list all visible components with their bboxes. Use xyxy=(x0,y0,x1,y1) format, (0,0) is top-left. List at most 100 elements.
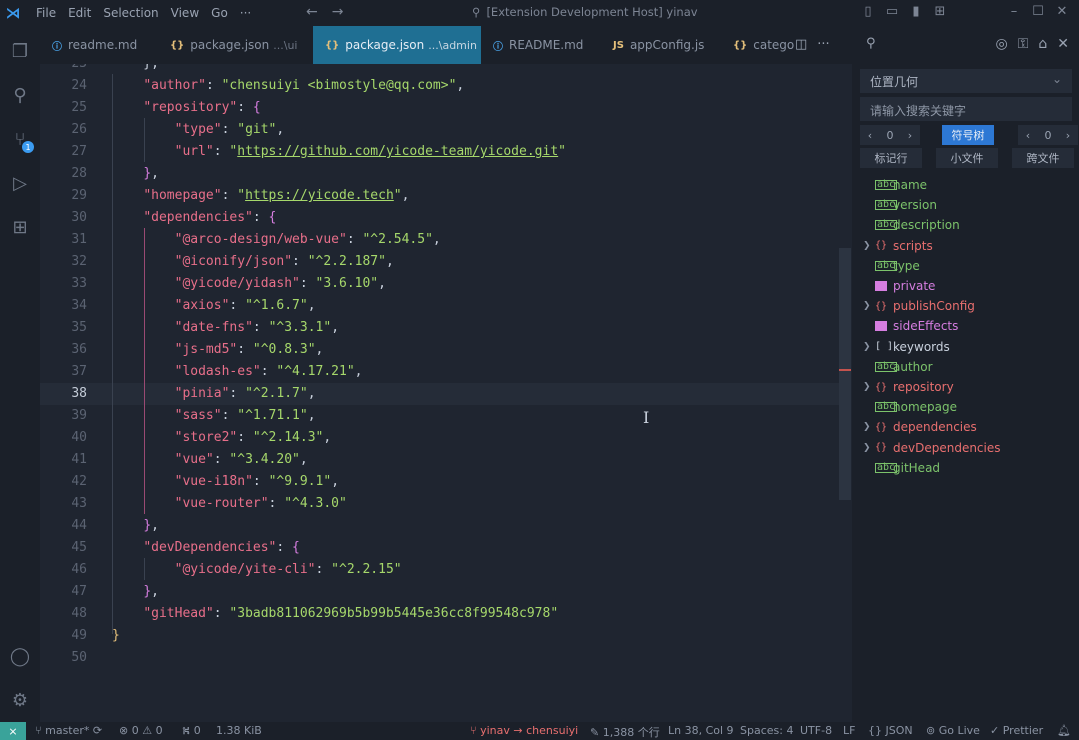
code-line[interactable]: 30 "dependencies": { xyxy=(40,207,840,229)
encoding[interactable]: UTF-8 xyxy=(800,724,832,737)
tab-category[interactable]: {} categor xyxy=(721,26,795,64)
code-line[interactable]: 28 }, xyxy=(40,163,840,185)
code-line[interactable]: 42 "vue-i18n": "^9.9.1", xyxy=(40,471,840,493)
forward-arrow-icon[interactable]: → xyxy=(332,4,344,20)
tab-appconfig-js[interactable]: JS appConfig.js xyxy=(601,26,721,64)
code-line[interactable]: 46 "@yicode/yite-cli": "^2.2.15" xyxy=(40,559,840,581)
branch-status[interactable]: ⑂ master* ⟳ xyxy=(35,724,102,737)
chevron-right-icon[interactable]: ❯ xyxy=(863,241,871,251)
toggle-sidebar-icon[interactable]: ▯ xyxy=(861,4,875,19)
git-user-status[interactable]: ⑂ yinav → chensuiyi xyxy=(470,724,578,737)
code-line[interactable]: 32 "@iconify/json": "^2.2.187", xyxy=(40,251,840,273)
symbol-search-input[interactable]: 请输入搜索关键字 xyxy=(860,97,1072,121)
left-stepper-decrement[interactable]: ‹ xyxy=(860,129,880,142)
tree-node-homepage[interactable]: abc homepage xyxy=(852,397,1079,417)
tree-node-dependencies[interactable]: ❯ {} dependencies xyxy=(852,417,1079,437)
editor-scrollbar[interactable] xyxy=(839,248,851,500)
remote-indicator-icon[interactable]: ⨯ xyxy=(0,722,26,740)
mark-line-button[interactable]: 标记行 xyxy=(860,148,922,168)
split-editor-icon[interactable]: ◫ xyxy=(795,37,807,52)
code-line[interactable]: 47 }, xyxy=(40,581,840,603)
mode-select[interactable]: 位置几何 ⌄ xyxy=(860,69,1072,93)
code-line[interactable]: 38 "pinia": "^2.1.7", xyxy=(40,383,840,405)
code-line[interactable]: 23 }, xyxy=(40,64,840,75)
close-window-icon[interactable]: ✕ xyxy=(1055,4,1069,19)
code-line[interactable]: 29 "homepage": "https://yicode.tech", xyxy=(40,185,840,207)
code-editor[interactable]: 50 49} 48 "gitHead": "3badb811062969b5b99b… xyxy=(40,64,852,722)
customize-layout-icon[interactable]: ⊞ xyxy=(933,4,947,19)
chevron-right-icon[interactable]: ❯ xyxy=(863,443,871,453)
code-line[interactable]: 25 "repository": { xyxy=(40,97,840,119)
code-line[interactable]: 37 "lodash-es": "^4.17.21", xyxy=(40,361,840,383)
cross-file-button[interactable]: 跨文件 xyxy=(1012,148,1074,168)
chevron-right-icon[interactable]: ❯ xyxy=(863,342,871,352)
prettier-status[interactable]: ✓ Prettier xyxy=(990,724,1043,737)
code-line[interactable]: 24 "author": "chensuiyi <bimostyle@qq.co… xyxy=(40,75,840,97)
tree-node-description[interactable]: abc description xyxy=(852,215,1079,235)
close-panel-icon[interactable]: ✕ xyxy=(1057,36,1069,52)
tab-readme-md[interactable]: ⓘ readme.md xyxy=(40,26,158,64)
code-line[interactable]: 39 "sass": "^1.71.1", xyxy=(40,405,840,427)
left-stepper-increment[interactable]: › xyxy=(900,129,920,142)
code-line[interactable]: 44 }, xyxy=(40,515,840,537)
left-stepper-value[interactable]: 0 xyxy=(880,129,900,142)
tree-node-type[interactable]: abc type xyxy=(852,256,1079,276)
search-view-icon[interactable]: ⚲ xyxy=(0,75,40,115)
more-actions-icon[interactable]: ··· xyxy=(817,37,829,52)
chevron-right-icon[interactable]: ❯ xyxy=(863,301,871,311)
tree-node-name[interactable]: abc name xyxy=(852,175,1079,195)
command-center[interactable]: ⚲ [Extension Development Host] yinav xyxy=(472,5,698,19)
tree-node-version[interactable]: abc version xyxy=(852,195,1079,215)
code-line[interactable]: 36 "js-md5": "^0.8.3", xyxy=(40,339,840,361)
code-line[interactable]: 48 "gitHead": "3badb811062969b5b99b5445e… xyxy=(40,603,840,625)
ports-status[interactable]: ⛕ 0 xyxy=(182,724,201,739)
sync-icon[interactable]: ⟳ xyxy=(93,724,102,737)
menu-more[interactable]: ··· xyxy=(234,6,257,20)
tree-node-keywords[interactable]: ❯ [ ] keywords xyxy=(852,337,1079,357)
menu-selection[interactable]: Selection xyxy=(97,6,164,20)
code-line[interactable]: 49} xyxy=(40,625,840,647)
tab-package-json-ui[interactable]: {} package.json ...\ui xyxy=(158,26,313,64)
menu-edit[interactable]: Edit xyxy=(62,6,97,20)
code-line[interactable]: 43 "vue-router": "^4.3.0" xyxy=(40,493,840,515)
code-line[interactable]: 35 "date-fns": "^3.3.1", xyxy=(40,317,840,339)
tree-node-sideeffects[interactable]: sideEffects xyxy=(852,316,1079,336)
tree-node-githead[interactable]: abc gitHead xyxy=(852,458,1079,478)
indentation[interactable]: Spaces: 4 xyxy=(740,724,793,737)
code-line[interactable]: 41 "vue": "^3.4.20", xyxy=(40,449,840,471)
run-debug-icon[interactable]: ▷ xyxy=(0,163,40,203)
problems-status[interactable]: ⊗ 0 ⚠ 0 xyxy=(119,724,163,737)
right-stepper-value[interactable]: 0 xyxy=(1038,129,1058,142)
tree-node-devdependencies[interactable]: ❯ {} devDependencies xyxy=(852,438,1079,458)
back-arrow-icon[interactable]: ← xyxy=(306,4,318,20)
language-mode[interactable]: {} JSON xyxy=(868,724,913,737)
tree-node-author[interactable]: abc author xyxy=(852,357,1079,377)
menu-go[interactable]: Go xyxy=(205,6,234,20)
code-line[interactable]: 31 "@arco-design/web-vue": "^2.54.5", xyxy=(40,229,840,251)
small-file-button[interactable]: 小文件 xyxy=(936,148,998,168)
code-line[interactable]: 40 "store2": "^2.14.3", xyxy=(40,427,840,449)
key-icon[interactable]: ⚿ xyxy=(1018,36,1029,52)
tab-package-json-admin[interactable]: {} package.json ...\admin ✕ xyxy=(313,26,481,64)
code-line[interactable]: 45 "devDependencies": { xyxy=(40,537,840,559)
code-line[interactable]: 50 xyxy=(40,647,840,669)
settings-gear-icon[interactable]: ⚙ xyxy=(0,680,40,720)
home-icon[interactable]: ⌂ xyxy=(1038,36,1047,52)
source-control-icon[interactable]: ⑂ 1 xyxy=(0,119,40,159)
menu-view[interactable]: View xyxy=(165,6,205,20)
code-line[interactable]: 34 "axios": "^1.6.7", xyxy=(40,295,840,317)
end-of-line[interactable]: LF xyxy=(843,724,855,737)
go-live-button[interactable]: ⊚ Go Live xyxy=(926,724,980,737)
code-line[interactable]: 26 "type": "git", xyxy=(40,119,840,141)
tab-readme-uppercase[interactable]: ⓘ README.md xyxy=(481,26,601,64)
right-stepper-increment[interactable]: › xyxy=(1058,129,1078,142)
maximize-icon[interactable]: ☐ xyxy=(1031,4,1045,19)
tree-node-publishconfig[interactable]: ❯ {} publishConfig xyxy=(852,296,1079,316)
chevron-right-icon[interactable]: ❯ xyxy=(863,382,871,392)
notifications-bell-icon[interactable]: 🔔︎ xyxy=(1057,724,1071,737)
toggle-secondary-sidebar-icon[interactable]: ▮ xyxy=(909,4,923,19)
menu-file[interactable]: File xyxy=(30,6,62,20)
pin-icon[interactable]: ⚲ xyxy=(866,36,876,51)
chevron-right-icon[interactable]: ❯ xyxy=(863,422,871,432)
cursor-position[interactable]: Ln 38, Col 9 xyxy=(668,724,734,737)
